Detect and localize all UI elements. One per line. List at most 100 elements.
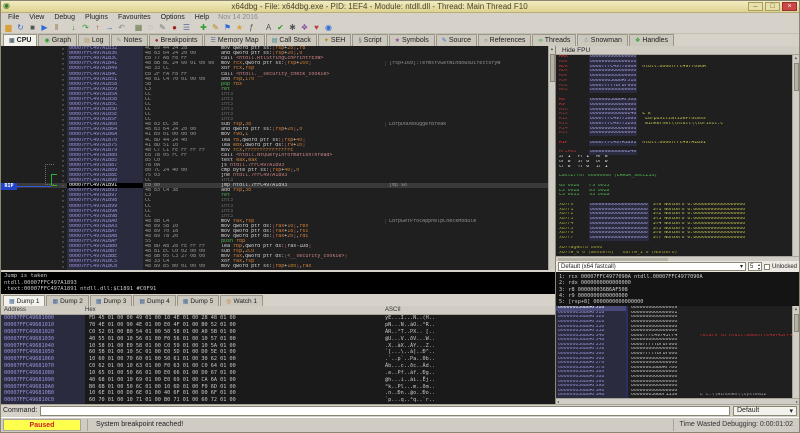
maximize-button[interactable]: □ [765, 2, 780, 11]
step-over-icon[interactable]: ↷ [80, 22, 91, 33]
tab-dump-1[interactable]: ▦Dump 1 [3, 295, 45, 306]
dump-row[interactable]: 00007FFC496810B010 6E 01 00 D0 6E 01 00 … [1, 390, 555, 397]
comment-icon[interactable]: ✎ [210, 22, 221, 33]
tab-source[interactable]: ✎Source [436, 34, 477, 46]
registers-scrollbar[interactable]: ▲ [792, 55, 799, 256]
disassembly-view[interactable]: ▲ ▪00007FFC497A1B324C 89 44 24 28mov qwo… [1, 46, 555, 270]
scroll-thumb[interactable] [794, 314, 799, 332]
command-input[interactable] [40, 406, 730, 416]
label-icon[interactable]: ⚑ [222, 22, 233, 33]
stepper-arrows-icon[interactable]: ▴▾ [758, 263, 760, 271]
stop-icon[interactable]: ■ [27, 22, 38, 33]
dump-row[interactable]: 00007FFC49681070C0 62 01 00 10 63 01 00 … [1, 363, 555, 370]
memory-icon[interactable]: ☰ [181, 22, 192, 33]
dump-row[interactable]: 00007FFC4968105060 5B 01 00 10 5C 01 00 … [1, 349, 555, 356]
dump-row[interactable]: 00007FFC4968109040 68 01 00 10 69 01 00 … [1, 377, 555, 384]
donate-icon[interactable]: ♥ [311, 22, 322, 33]
scroll-thumb[interactable] [550, 54, 555, 82]
scroll-thumb[interactable] [794, 63, 799, 91]
az-sort-icon[interactable]: A [263, 22, 274, 33]
dump-row[interactable]: 00007FFC4968104010 58 01 00 E0 58 01 00 … [1, 343, 555, 350]
menu-options[interactable]: Options [156, 14, 190, 21]
help-icon[interactable]: ◉ [323, 22, 334, 33]
restart-icon[interactable]: ↻ [15, 22, 26, 33]
step-into-icon[interactable]: ↓ [68, 22, 79, 33]
tab-handles[interactable]: ❖Handles [629, 34, 674, 46]
bookmark-icon[interactable]: ★ [234, 22, 245, 33]
disasm-scrollbar[interactable]: ▲ [548, 46, 555, 270]
step-out-icon[interactable]: ↑ [92, 22, 103, 33]
stack-row[interactable]: 000000036B6AF5A8000000036B0F1336L"C:\\Wi… [556, 393, 799, 398]
theme-icon[interactable]: ❖ [299, 22, 310, 33]
tab-symbols[interactable]: ★Symbols [389, 34, 435, 46]
scroll-up-icon[interactable]: ▲ [795, 55, 797, 61]
run-icon[interactable]: ▶ [39, 22, 50, 33]
dump-view[interactable]: 00007FFC49681000FD 45 01 00 00 49 01 00 … [1, 315, 555, 404]
compile-icon[interactable]: ✔ [275, 22, 286, 33]
animate-icon[interactable]: ◌ [145, 22, 156, 33]
dump-row[interactable]: 00007FFC4968106010 60 01 00 70 60 01 00 … [1, 356, 555, 363]
dump-row[interactable]: 00007FFC4968108010 65 01 00 50 66 01 00 … [1, 370, 555, 377]
open-file-icon[interactable]: ▆ [3, 22, 14, 33]
dump-row[interactable]: 00007FFC4968101070 4E 01 00 90 4E 01 00 … [1, 322, 555, 329]
menu-help[interactable]: Help [190, 14, 214, 21]
tab-dump-4[interactable]: ▦Dump 4 [133, 295, 175, 306]
unlocked-checkbox[interactable] [764, 264, 770, 270]
tab-breakpoints[interactable]: ●Breakpoints [149, 34, 204, 46]
stack-scrollbar[interactable]: ▲ [792, 306, 799, 398]
pause-icon[interactable]: ‖ [51, 22, 62, 33]
back-icon[interactable]: ↶ [116, 22, 127, 33]
tab-dump-2[interactable]: ▦Dump 2 [46, 295, 88, 306]
arg-row[interactable]: 5: [rsp+8] 0000000000000000 [559, 299, 796, 305]
dump-row[interactable]: 00007FFC4968103040 55 01 00 10 56 01 00 … [1, 336, 555, 343]
tab-dump-5[interactable]: ▦Dump 5 [177, 295, 219, 306]
dump-row[interactable]: 00007FFC496810C060 70 01 00 10 71 01 00 … [1, 397, 555, 404]
function-icon[interactable]: ƒ [246, 22, 257, 33]
tab-log[interactable]: ▤Log [78, 34, 109, 46]
preferences-icon[interactable]: ✱ [287, 22, 298, 33]
tab-notes[interactable]: ✎Notes [111, 34, 148, 46]
scroll-thumb[interactable] [558, 258, 668, 261]
fpu-toggle-bar[interactable]: Hide FPU [556, 46, 799, 55]
breakpoint-icon[interactable]: ● [169, 22, 180, 33]
tab-watch-1[interactable]: ◎Watch 1 [220, 295, 263, 306]
arg-count-stepper[interactable]: 5 ▴▾ [748, 262, 762, 271]
run-to-user-icon[interactable]: → [104, 22, 115, 33]
hide-fpu-label[interactable]: Hide FPU [562, 47, 590, 54]
arguments-view[interactable]: 1: rcx 00007FFC4977090A ntdll.00007FFC49… [556, 272, 799, 306]
tab-references[interactable]: ○References [478, 34, 531, 46]
menu-file[interactable]: File [3, 14, 24, 21]
registers-hscrollbar[interactable] [556, 256, 799, 261]
menu-debug[interactable]: Debug [49, 14, 80, 21]
scroll-up-icon[interactable]: ▲ [551, 46, 553, 52]
menu-favourites[interactable]: Favourites [113, 14, 156, 21]
tab-script[interactable]: §Script [352, 34, 387, 46]
tab-dump-3[interactable]: ▦Dump 3 [90, 295, 132, 306]
menu-plugins[interactable]: Plugins [80, 14, 113, 21]
scroll-up-icon[interactable]: ▲ [795, 306, 797, 312]
tab-threads[interactable]: ∞Threads [532, 34, 576, 46]
tab-cpu[interactable]: ▣CPU [3, 34, 37, 46]
stack-view[interactable]: ▲ 000000036B6AF5100000000000000009000000… [556, 306, 799, 398]
tab-seh[interactable]: ✦SEH [318, 34, 351, 46]
dump-row[interactable]: 00007FFC496810A0B0 6B 01 00 50 6C 01 00 … [1, 384, 555, 391]
patch-icon[interactable]: ✚ [198, 22, 209, 33]
menu-view[interactable]: View [24, 14, 49, 21]
command-scope-select[interactable]: Default ▾ [733, 406, 797, 416]
dump-row[interactable]: 00007FFC49681000FD 45 01 00 00 49 01 00 … [1, 315, 555, 322]
breakpoint-gutter[interactable]: ▪ [59, 264, 67, 269]
dump-row[interactable]: 00007FFC49681020C0 52 01 00 B0 54 01 00 … [1, 329, 555, 336]
tab-memory-map[interactable]: ☰Memory Map [204, 34, 264, 46]
minimize-button[interactable]: – [748, 2, 763, 11]
tab-graph[interactable]: ◉Graph [38, 34, 77, 46]
tab-snowman[interactable]: ☃Snowman [577, 34, 628, 46]
command-bar: Command: Default ▾ [1, 404, 799, 417]
disasm-row[interactable]: ▪00007FFC497A1BC848 89 85 B0 01 00 00mov… [1, 264, 555, 269]
grid-icon[interactable]: ▦ [133, 22, 144, 33]
calling-convention-select[interactable]: Default (x64 fastcall) ▾ [558, 262, 746, 271]
close-button[interactable]: × [782, 2, 797, 11]
register-row[interactable]: x87TW_0 0 (Nonzero) x87TW_1 0 (Nonzero) [559, 251, 799, 256]
tab-call-stack[interactable]: ▤Call Stack [266, 34, 317, 46]
trace-icon[interactable]: ✎ [157, 22, 168, 33]
registers-view[interactable]: ▲ RAX0000000000000000RBX0000000000000010… [556, 55, 799, 256]
